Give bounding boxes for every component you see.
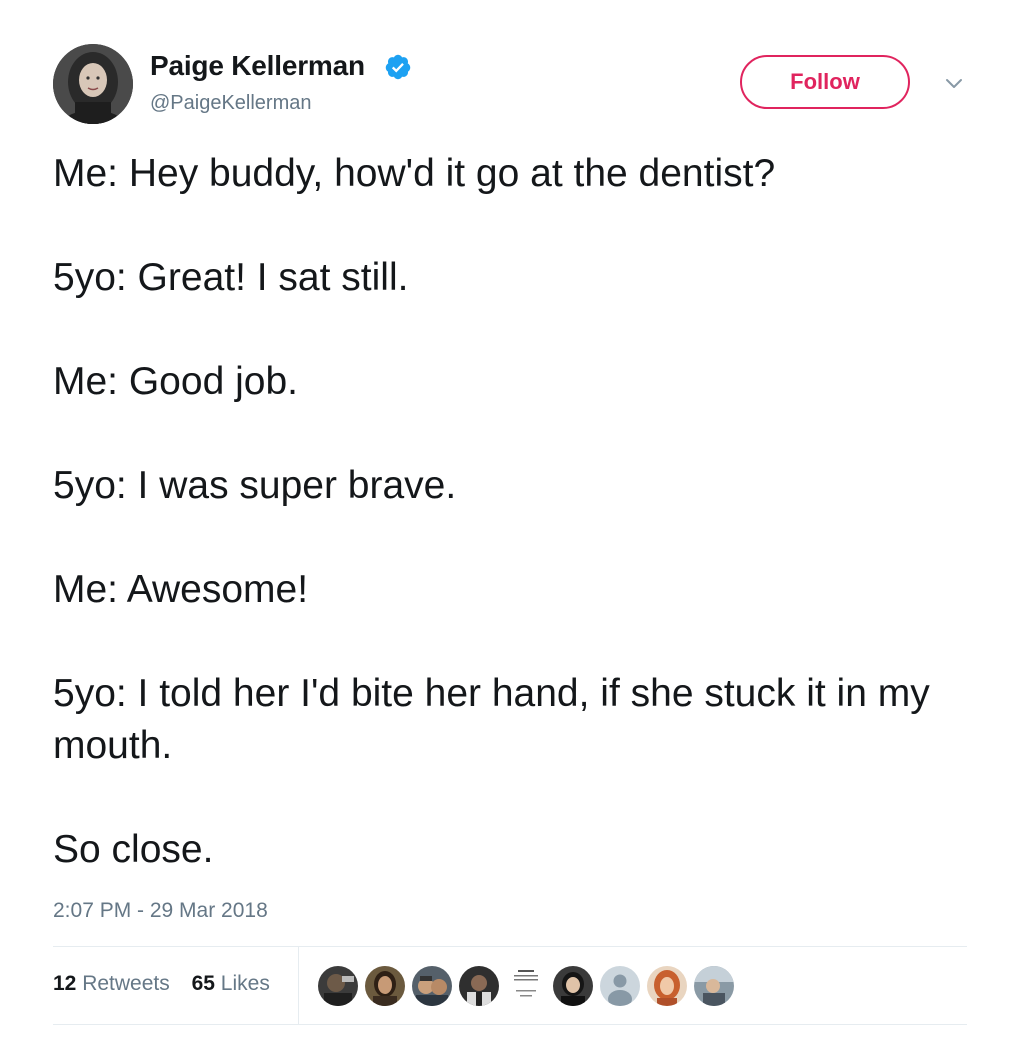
liker-avatar[interactable] bbox=[459, 966, 499, 1006]
retweets-label: Retweets bbox=[82, 972, 170, 995]
stats-separator bbox=[298, 947, 299, 1024]
divider bbox=[53, 1024, 967, 1025]
likers-list bbox=[318, 966, 741, 1008]
liker-avatar[interactable] bbox=[365, 966, 405, 1006]
tweet-timestamp[interactable]: 2:07 PM - 29 Mar 2018 bbox=[53, 899, 268, 923]
liker-avatar-icon bbox=[553, 966, 593, 1006]
liker-avatar-icon bbox=[365, 966, 405, 1006]
follow-button[interactable]: Follow bbox=[740, 55, 910, 109]
author-avatar[interactable] bbox=[53, 44, 133, 124]
tweet-line: 5yo: Great! I sat still. bbox=[53, 256, 409, 299]
default-avatar-icon bbox=[600, 966, 640, 1006]
retweets-count: 12 bbox=[53, 972, 77, 995]
likes-count: 65 bbox=[191, 972, 215, 995]
liker-avatar-icon bbox=[459, 966, 499, 1006]
tweet-text: Me: Hey buddy, how'd it go at the dentis… bbox=[53, 148, 983, 876]
tweet-line: 5yo: I told her I'd bite her hand, if sh… bbox=[53, 672, 930, 767]
author-display-name[interactable]: Paige Kellerman bbox=[150, 50, 365, 82]
tweet-line: Me: Good job. bbox=[53, 360, 298, 403]
liker-avatar-icon bbox=[647, 966, 687, 1006]
tweet-card: Paige Kellerman @PaigeKellerman Follow M… bbox=[0, 0, 1024, 1047]
liker-avatar[interactable] bbox=[412, 966, 452, 1006]
tweet-line: 5yo: I was super brave. bbox=[53, 464, 457, 507]
chevron-down-icon[interactable] bbox=[940, 72, 968, 94]
avatar-photo-icon bbox=[53, 44, 133, 124]
liker-avatar[interactable] bbox=[694, 966, 734, 1006]
tweet-line: Me: Awesome! bbox=[53, 568, 309, 611]
tweet-line: Me: Hey buddy, how'd it go at the dentis… bbox=[53, 152, 776, 195]
divider bbox=[53, 946, 967, 947]
retweets-stat[interactable]: 12 Retweets bbox=[53, 972, 170, 995]
liker-avatar-icon bbox=[318, 966, 358, 1006]
likes-stat[interactable]: 65 Likes bbox=[192, 972, 270, 995]
liker-avatar[interactable] bbox=[600, 966, 640, 1006]
liker-avatar-icon bbox=[506, 966, 546, 1006]
liker-avatar[interactable] bbox=[318, 966, 358, 1006]
liker-avatar[interactable] bbox=[506, 966, 546, 1006]
likes-label: Likes bbox=[220, 972, 270, 995]
author-handle[interactable]: @PaigeKellerman bbox=[150, 92, 312, 115]
liker-avatar[interactable] bbox=[647, 966, 687, 1006]
tweet-line: So close. bbox=[53, 828, 214, 871]
liker-avatar[interactable] bbox=[553, 966, 593, 1006]
liker-avatar-icon bbox=[694, 966, 734, 1006]
liker-avatar-icon bbox=[412, 966, 452, 1006]
verified-badge-icon bbox=[385, 54, 411, 80]
tweet-stats: 12 Retweets 65 Likes bbox=[53, 972, 286, 996]
